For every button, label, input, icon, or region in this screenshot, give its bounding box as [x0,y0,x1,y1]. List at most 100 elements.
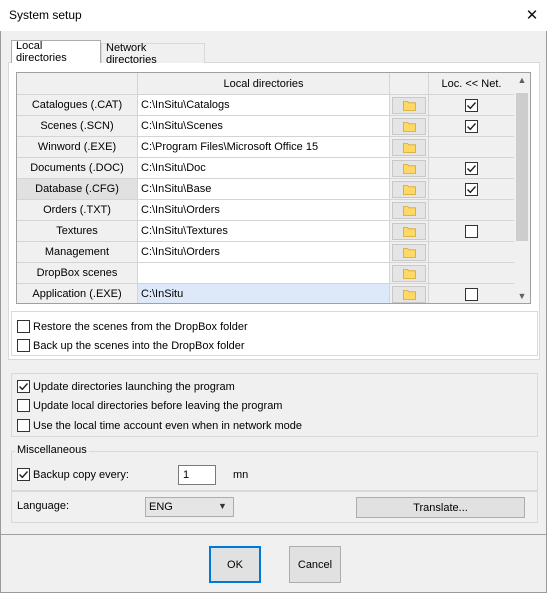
directory-path-field[interactable] [138,263,390,284]
sync-cell [429,284,515,303]
scroll-down-icon[interactable]: ▼ [514,291,530,301]
backup-dropbox-checkbox[interactable] [17,339,30,352]
backup-copy-label: Backup copy every: [33,468,129,481]
checkmark-icon [467,164,477,172]
sync-checkbox[interactable] [465,182,478,196]
directory-path-field[interactable]: C:\InSitu\Orders [138,200,390,221]
ok-button[interactable]: OK [209,546,261,583]
browse-cell [390,158,429,179]
scroll-up-icon[interactable]: ▲ [514,75,530,85]
restore-dropbox-option[interactable]: Restore the scenes from the DropBox fold… [17,320,248,333]
sync-cell [429,179,515,200]
sync-checkbox[interactable] [465,224,478,238]
checkmark-icon [19,471,29,479]
directory-path-field[interactable]: C:\InSitu [138,284,390,303]
restore-dropbox-checkbox[interactable] [17,320,30,333]
header-local-directories: Local directories [138,73,390,95]
browse-folder-button[interactable] [392,117,426,135]
sync-cell [429,221,515,242]
folder-icon [402,205,416,216]
backup-copy-option[interactable]: Backup copy every: [17,468,129,481]
folder-icon [402,289,416,300]
folder-icon [402,163,416,174]
browse-folder-button[interactable] [392,96,426,114]
directories-grid: Local directories Loc. << Net. Catalogue… [16,72,531,304]
backup-interval-input[interactable] [178,465,216,485]
browse-cell [390,116,429,137]
browse-cell [390,137,429,158]
row-label: Winword (.EXE) [17,137,138,158]
directory-path-field[interactable]: C:\InSitu\Orders [138,242,390,263]
sync-cell [429,116,515,137]
local-time-label: Use the local time account even when in … [33,419,303,432]
browse-cell [390,95,429,116]
browse-cell [390,242,429,263]
browse-folder-button[interactable] [392,264,426,282]
backup-unit-label: mn [233,469,249,481]
grid-scrollbar-thumb[interactable] [516,93,528,241]
update-launch-option[interactable]: Update directories launching the program [17,380,235,393]
browse-folder-button[interactable] [392,180,426,198]
backup-dropbox-option[interactable]: Back up the scenes into the DropBox fold… [17,339,245,352]
misc-group-label: Miscellaneous [15,444,89,456]
language-selected-value: ENG [149,501,173,513]
checkmark-icon [19,383,29,391]
directory-path-field[interactable]: C:\InSitu\Scenes [138,116,390,137]
row-label: Database (.CFG) [17,179,138,200]
footer-separator [1,534,546,535]
row-label: Scenes (.SCN) [17,116,138,137]
translate-button[interactable]: Translate... [356,497,525,518]
close-button[interactable]: ✕ [518,2,546,28]
directory-path-field[interactable]: C:\Program Files\Microsoft Office 15 [138,137,390,158]
directory-path-field[interactable]: C:\InSitu\Doc [138,158,390,179]
sync-checkbox[interactable] [465,119,478,133]
folder-icon [402,142,416,153]
directory-path-field[interactable]: C:\InSitu\Textures [138,221,390,242]
update-launch-checkbox[interactable] [17,380,30,393]
cancel-button[interactable]: Cancel [289,546,341,583]
sync-cell [429,263,515,284]
backup-copy-checkbox[interactable] [17,468,30,481]
update-leave-option[interactable]: Update local directories before leaving … [17,399,282,412]
folder-icon [402,247,416,258]
sync-cell [429,242,515,263]
restore-dropbox-label: Restore the scenes from the DropBox fold… [33,320,248,333]
browse-folder-button[interactable] [392,285,426,303]
language-select[interactable]: ENG ▼ [145,497,234,517]
browse-folder-button[interactable] [392,222,426,240]
sync-checkbox[interactable] [465,161,478,175]
row-label: Management [17,242,138,263]
title-bar [0,0,547,31]
tab-network-directories[interactable]: Network directories [101,42,205,66]
checkmark-icon [467,185,477,193]
browse-folder-button[interactable] [392,243,426,261]
row-label: Catalogues (.CAT) [17,95,138,116]
browse-cell [390,221,429,242]
browse-cell [390,284,429,303]
header-browse [390,73,429,95]
update-launch-label: Update directories launching the program [33,380,235,393]
sync-checkbox[interactable] [465,287,478,301]
tab-local-directories[interactable]: Local directories [11,40,101,64]
folder-icon [402,268,416,279]
sync-cell [429,200,515,221]
browse-folder-button[interactable] [392,201,426,219]
directory-path-field[interactable]: C:\InSitu\Catalogs [138,95,390,116]
browse-folder-button[interactable] [392,138,426,156]
sync-checkbox[interactable] [465,98,478,112]
local-time-checkbox[interactable] [17,419,30,432]
sync-cell [429,95,515,116]
directory-path-field[interactable]: C:\InSitu\Base [138,179,390,200]
chevron-down-icon: ▼ [218,501,227,511]
row-label: Orders (.TXT) [17,200,138,221]
grid-corner-header [17,73,138,95]
update-leave-label: Update local directories before leaving … [33,399,283,412]
local-time-option[interactable]: Use the local time account even when in … [17,419,302,432]
row-label: Application (.EXE) [17,284,138,303]
browse-folder-button[interactable] [392,159,426,177]
language-label: Language: [17,500,69,512]
close-icon: ✕ [525,7,539,24]
folder-icon [402,121,416,132]
backup-dropbox-label: Back up the scenes into the DropBox fold… [33,339,245,352]
update-leave-checkbox[interactable] [17,399,30,412]
